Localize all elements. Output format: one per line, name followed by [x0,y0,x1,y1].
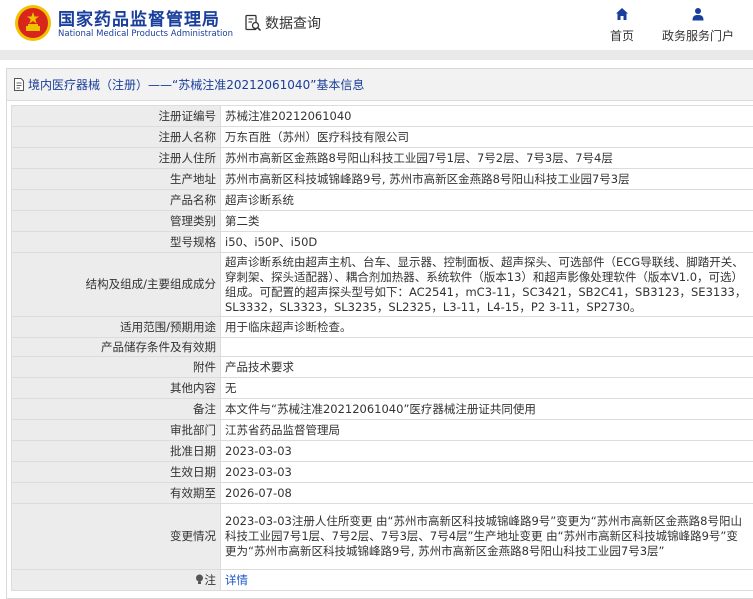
row-label: 批准日期 [11,440,221,462]
row-value: 超声诊断系统由超声主机、台车、显示器、控制面板、超声探头、可选部件（ECG导联线… [220,252,753,317]
row-value: 万东百胜（苏州）医疗科技有限公司 [220,126,753,148]
table-row: 注册证编号 苏械注准20212061040 [11,105,753,127]
table-row: 管理类别 第二类 [11,210,753,232]
table-row: 生产地址 苏州市高新区科技城锦峰路9号, 苏州市高新区金燕路8号阳山科技工业园7… [11,168,753,190]
row-value: 2023-03-03注册人住所变更 由“苏州市高新区科技城锦峰路9号”变更为“苏… [220,503,753,570]
table-row: 产品名称 超声诊断系统 [11,189,753,211]
table-row: 产品储存条件及有效期 [11,337,753,357]
row-label: 产品储存条件及有效期 [11,337,221,357]
site-logo-title[interactable]: 国家药品监督管理局 [58,5,220,30]
row-label: 注册人住所 [11,147,221,169]
data-query-title: 数据查询 [244,12,321,34]
site-logo-subtitle: National Medical Products Administration [58,29,233,39]
row-label: 审批部门 [11,419,221,441]
user-icon [692,8,704,21]
table-row: 注册人名称 万东百胜（苏州）医疗科技有限公司 [11,126,753,148]
nav-home[interactable]: 首页 [606,7,638,44]
nav-home-label: 首页 [609,29,634,43]
row-label: 注册证编号 [11,105,221,127]
table-row: 有效期至 2026-07-08 [11,482,753,504]
row-value: 2026-07-08 [220,482,753,504]
row-label: 变更情况 [11,503,221,570]
table-row: 批准日期 2023-03-03 [11,440,753,462]
row-label: 管理类别 [11,210,221,232]
document-search-icon [245,14,262,32]
data-query-label: 数据查询 [265,16,321,32]
row-value: 2023-03-03 [220,461,753,483]
row-label: 注册人名称 [11,126,221,148]
row-value: 第二类 [220,210,753,232]
panel-header: 境内医疗器械（注册）——“苏械注准20212061040”基本信息 [7,69,753,101]
row-label: 有效期至 [11,482,221,504]
row-label: 产品名称 [11,189,221,211]
table-row: 审批部门 江苏省药品监督管理局 [11,419,753,441]
row-value: 苏械注准20212061040 [220,105,753,127]
panel-title: 境内医疗器械（注册）——“苏械注准20212061040”基本信息 [28,78,365,92]
row-label: 生产地址 [11,168,221,190]
note-label: 注 [204,572,217,587]
row-label: 其他内容 [11,377,221,399]
row-value: i50、i50P、i50D [220,231,753,253]
table-row: 适用范围/预期用途 用于临床超声诊断检查。 [11,316,753,338]
table-row: 其他内容 无 [11,377,753,399]
row-value: 江苏省药品监督管理局 [220,419,753,441]
row-label: 生效日期 [11,461,221,483]
table-row: 变更情况 2023-03-03注册人住所变更 由“苏州市高新区科技城锦峰路9号”… [11,503,753,570]
row-value: 本文件与“苏械注准20212061040”医疗器械注册证共同使用 [220,398,753,420]
site-header: 国家药品监督管理局 National Medical Products Admi… [0,0,753,50]
row-label: 备注 [11,398,221,420]
row-value: 无 [220,377,753,399]
lightbulb-icon [195,574,203,584]
row-value: 苏州市高新区金燕路8号阳山科技工业园7号1层、7号2层、7号3层、7号4层 [220,147,753,169]
nav-service-portal[interactable]: 政务服务门户 [657,7,739,44]
table-row: 附件 产品技术要求 [11,356,753,378]
row-value: 用于临床超声诊断检查。 [220,316,753,338]
row-value: 2023-03-03 [220,440,753,462]
table-row: 注册人住所 苏州市高新区金燕路8号阳山科技工业园7号1层、7号2层、7号3层、7… [11,147,753,169]
row-label: 附件 [11,356,221,378]
row-value [220,337,753,357]
note-label-cell: 注 [11,569,221,591]
table-row: 型号规格 i50、i50P、i50D [11,231,753,253]
header-divider [0,50,753,60]
info-panel: 境内医疗器械（注册）——“苏械注准20212061040”基本信息 注册证编号 … [6,68,753,599]
home-icon [616,8,628,20]
document-icon [14,78,24,91]
national-emblem-icon [15,5,51,41]
row-value: 产品技术要求 [220,356,753,378]
note-value: 详情 [220,569,753,591]
table-row: 生效日期 2023-03-03 [11,461,753,483]
table-row: 备注 本文件与“苏械注准20212061040”医疗器械注册证共同使用 [11,398,753,420]
table-row: 结构及组成/主要组成成分 超声诊断系统由超声主机、台车、显示器、控制面板、超声探… [11,252,753,317]
nav-service-portal-label: 政务服务门户 [661,29,734,43]
row-value: 苏州市高新区科技城锦峰路9号, 苏州市高新区金燕路8号阳山科技工业园7号3层 [220,168,753,190]
note-row: 注 详情 [11,569,753,591]
row-label: 适用范围/预期用途 [11,316,221,338]
row-label: 结构及组成/主要组成成分 [11,252,221,317]
details-link[interactable]: 详情 [225,573,248,587]
row-value: 超声诊断系统 [220,189,753,211]
info-table: 注册证编号 苏械注准20212061040 注册人名称 万东百胜（苏州）医疗科技… [11,105,753,591]
row-label: 型号规格 [11,231,221,253]
